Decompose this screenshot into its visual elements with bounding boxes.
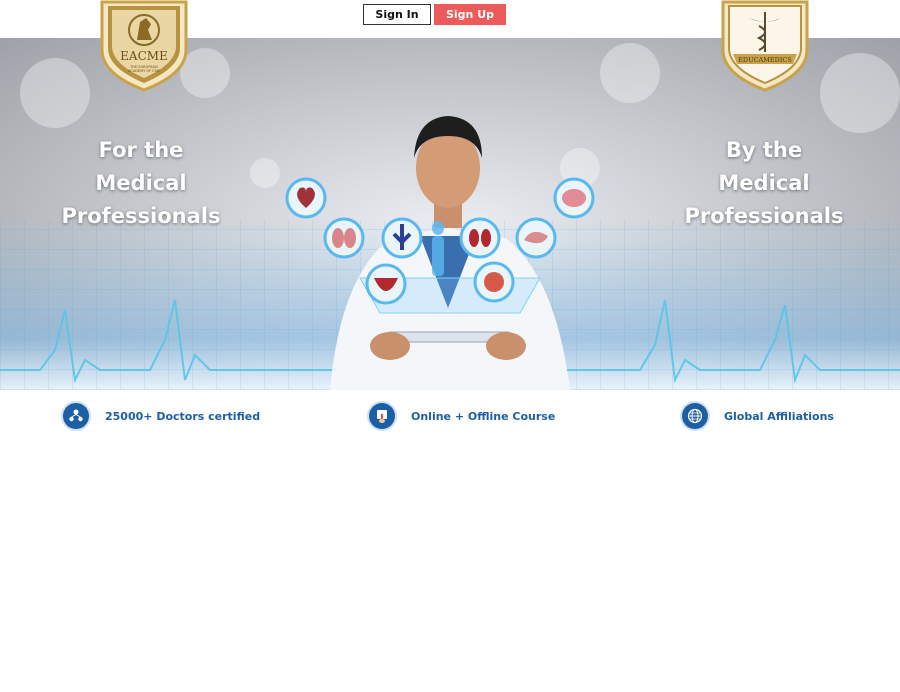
globe-icon	[682, 403, 708, 429]
eacme-logo[interactable]: EACME THE EUROPEAN ACADEMY OF CME	[98, 0, 190, 96]
svg-text:EDUCAMEDICS: EDUCAMEDICS	[738, 56, 792, 64]
doctors-network-icon	[63, 403, 89, 429]
touch-hand-icon	[369, 403, 395, 429]
feature-label: 25000+ Doctors certified	[105, 409, 261, 423]
kidneys-organ-icon	[459, 217, 501, 259]
hero-left-tagline: For the Medical Professionals	[41, 134, 241, 233]
feature-doctors-certified: 25000+ Doctors certified	[63, 402, 260, 430]
lungs-organ-icon	[323, 217, 365, 259]
hero-left-line3: Professionals	[61, 204, 221, 228]
intestines-organ-icon	[473, 261, 515, 303]
feature-global-affiliations: Global Affiliations	[682, 402, 834, 430]
feature-online-offline-course: Online + Offline Course	[369, 402, 555, 430]
stomach-organ-icon	[365, 263, 407, 305]
brain-organ-icon	[553, 177, 595, 219]
vessel-organ-icon	[381, 217, 423, 259]
hero-right-line2: Medical	[718, 171, 810, 195]
svg-text:ACADEMY OF CME: ACADEMY OF CME	[128, 69, 160, 73]
hero-left-line1: For the	[98, 138, 184, 162]
hero-right-tagline: By the Medical Professionals	[664, 134, 864, 233]
sign-in-button[interactable]: Sign In	[363, 4, 431, 25]
features-strip: 25000+ Doctors certified Online + Offlin…	[0, 390, 900, 440]
sign-up-button[interactable]: Sign Up	[434, 4, 506, 25]
feature-label: Global Affiliations	[724, 409, 834, 423]
doctor-with-tablet-illustration	[285, 116, 595, 390]
heart-organ-icon	[285, 177, 327, 219]
educamedics-logo[interactable]: EDUCAMEDICS	[719, 0, 811, 96]
feature-label: Online + Offline Course	[411, 409, 556, 423]
hero-left-line2: Medical	[95, 171, 187, 195]
hero-right-line3: Professionals	[684, 204, 844, 228]
svg-text:EACME: EACME	[120, 49, 168, 63]
hero-right-line1: By the	[725, 138, 803, 162]
liver-organ-icon	[515, 217, 557, 259]
